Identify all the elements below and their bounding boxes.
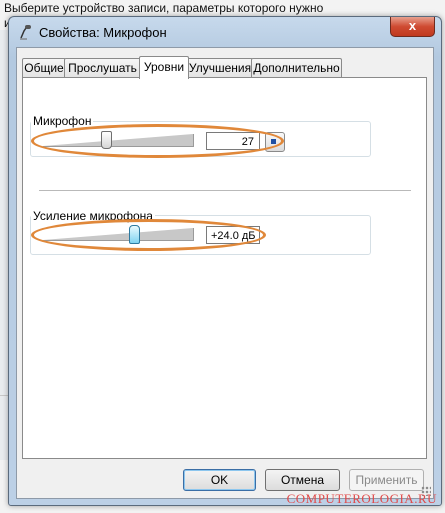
tab-levels[interactable]: Уровни	[139, 56, 189, 79]
boost-value: +24.0 дБ	[206, 226, 260, 244]
boost-label: Усиление микрофона	[31, 209, 155, 223]
cancel-button[interactable]: Отмена	[265, 469, 340, 491]
boost-slider-thumb[interactable]	[129, 225, 140, 244]
microphone-level-value[interactable]: 27	[206, 132, 260, 150]
title-bar[interactable]: Свойства: Микрофон x	[9, 17, 441, 47]
microphone-level-slider[interactable]	[43, 134, 194, 147]
speaker-icon	[271, 139, 276, 144]
apply-button[interactable]: Применить	[349, 469, 424, 491]
tab-advanced[interactable]: Дополнительно	[251, 58, 342, 78]
watermark: COMPUTEROLOGIA.RU	[286, 491, 437, 506]
dialog-client-area: Общие Прослушать Уровни Улучшения Дополн…	[16, 47, 434, 499]
tab-listen[interactable]: Прослушать	[64, 58, 141, 78]
levels-tab-panel: Микрофон 27 Усиление микрофона +24.0 дБ	[22, 77, 427, 459]
dialog-title: Свойства: Микрофон	[39, 25, 167, 40]
section-divider	[39, 190, 411, 191]
microphone-properties-dialog: Свойства: Микрофон x Общие Прослушать Ур…	[8, 16, 442, 506]
microphone-level-thumb[interactable]	[101, 131, 112, 149]
boost-slider[interactable]	[43, 228, 194, 241]
ok-button[interactable]: OK	[183, 469, 256, 491]
microphone-icon	[20, 25, 31, 40]
tab-enhancements[interactable]: Улучшения	[187, 58, 253, 78]
close-button[interactable]: x	[390, 17, 435, 37]
mute-toggle-button[interactable]	[265, 132, 285, 152]
tab-general[interactable]: Общие	[22, 58, 66, 78]
microphone-label: Микрофон	[31, 114, 94, 128]
